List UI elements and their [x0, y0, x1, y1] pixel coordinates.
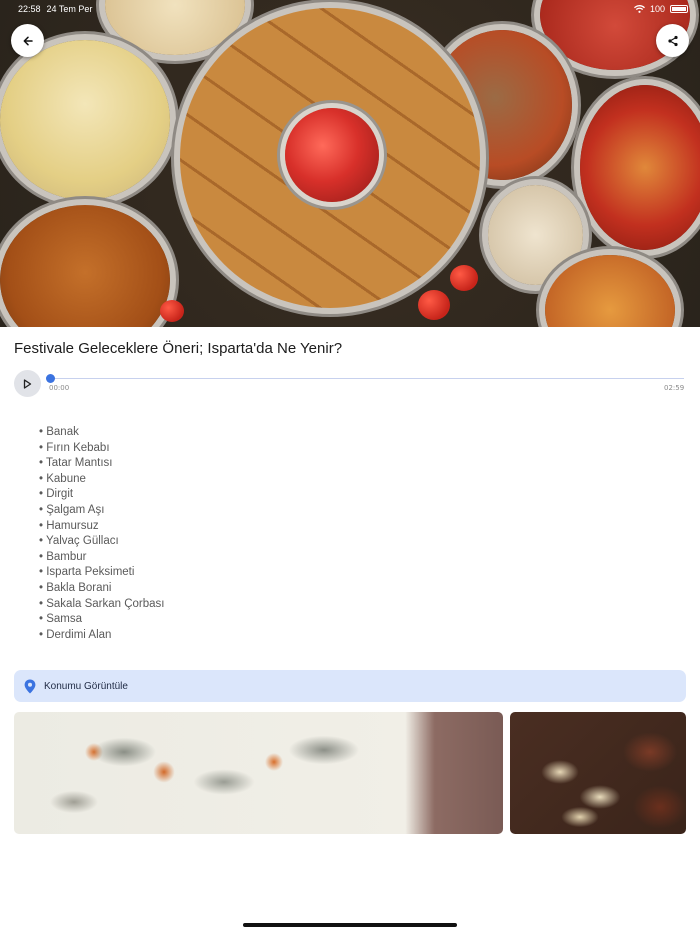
status-time: 22:58 — [18, 4, 41, 14]
food-list-item: Samsa — [39, 612, 165, 628]
battery-icon — [670, 5, 688, 13]
tomato-image — [160, 300, 184, 322]
food-list: BanakFırın KebabıTatar MantısıKabuneDirg… — [39, 425, 165, 644]
article-title: Festivale Geleceklere Öneri; Isparta'da … — [14, 340, 343, 357]
back-button[interactable] — [11, 24, 44, 57]
tomato-image — [450, 265, 478, 291]
food-list-item: Sakala Sarkan Çorbası — [39, 597, 164, 613]
audio-progress-track[interactable] — [49, 378, 684, 379]
food-list-item: Hamursuz — [39, 519, 165, 535]
food-list-item: Dirgit — [39, 487, 165, 503]
share-icon — [667, 35, 678, 46]
view-location-label: Konumu Görüntüle — [44, 680, 128, 692]
audio-current-time: 00:00 — [49, 384, 70, 392]
status-bar: 22:58 24 Tem Per 100 — [18, 2, 688, 16]
food-list-item: Tatar Mantısı — [39, 456, 165, 472]
play-button[interactable] — [14, 370, 41, 397]
location-pin-icon — [24, 679, 36, 693]
audio-duration: 02:59 — [664, 384, 685, 392]
food-list-item: Şalgam Aşı — [39, 503, 165, 519]
tomato-image — [418, 290, 450, 320]
share-button[interactable] — [656, 24, 689, 57]
food-list-item: Kabune — [39, 472, 165, 488]
view-location-button[interactable]: Konumu Görüntüle — [14, 670, 686, 702]
battery-percent: 100 — [649, 4, 665, 14]
food-list-item: Yalvaç Güllacı — [39, 534, 165, 550]
arrow-left-icon — [23, 36, 33, 45]
status-date: 24 Tem Per — [46, 4, 93, 14]
food-list-item: Isparta Peksimeti — [39, 565, 165, 581]
dish-image — [0, 40, 170, 200]
dish-image — [0, 205, 170, 327]
food-list-item: Banak — [39, 425, 165, 441]
dish-image — [285, 108, 379, 202]
dish-image — [580, 85, 700, 250]
food-list-item: Fırın Kebabı — [39, 441, 165, 457]
play-icon — [23, 378, 32, 389]
food-list-item: Derdimi Alan — [39, 628, 165, 644]
home-indicator[interactable] — [243, 923, 457, 927]
food-list-item: Bakla Borani — [39, 581, 165, 597]
gallery-image[interactable] — [14, 712, 503, 834]
audio-progress-knob[interactable] — [46, 374, 55, 383]
food-list-item: Bambur — [39, 550, 165, 566]
gallery-image[interactable] — [510, 712, 686, 834]
wifi-icon — [634, 5, 645, 13]
hero-image: 22:58 24 Tem Per 100 — [0, 0, 700, 327]
